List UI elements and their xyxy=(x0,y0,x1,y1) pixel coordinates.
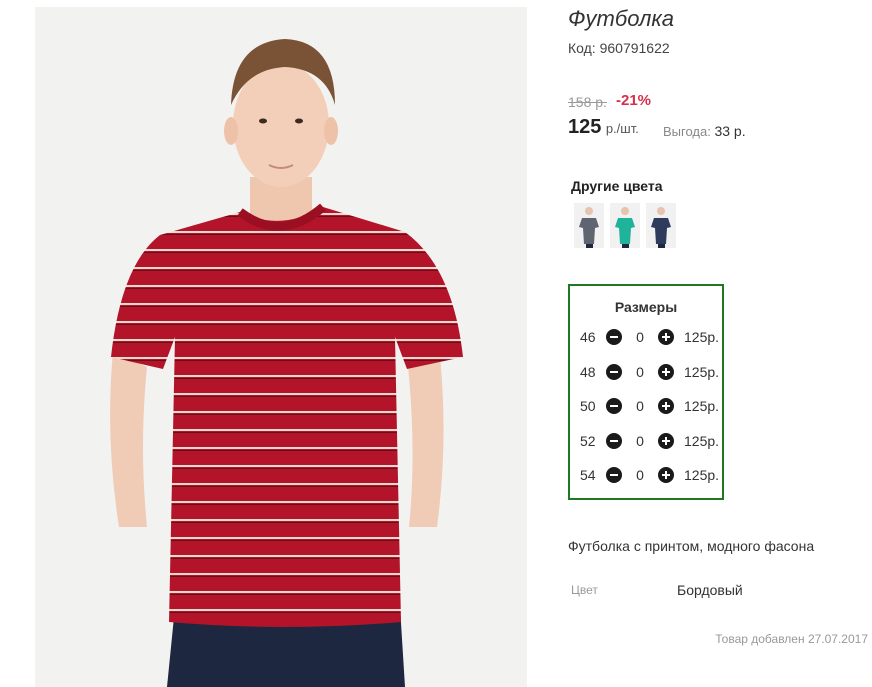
size-price: 125р. xyxy=(684,398,720,414)
quantity-value: 0 xyxy=(636,433,644,449)
plus-icon[interactable] xyxy=(658,467,674,483)
color-thumb-turquoise[interactable] xyxy=(610,203,640,248)
plus-icon[interactable] xyxy=(658,398,674,414)
color-value: Бордовый xyxy=(677,582,743,598)
old-price: 158 р. xyxy=(568,94,607,110)
color-thumb-grey[interactable] xyxy=(574,203,604,248)
current-price: 125 р./шт. xyxy=(568,116,639,139)
size-label: 46 xyxy=(580,329,596,345)
quantity-value: 0 xyxy=(636,329,644,345)
plus-icon[interactable] xyxy=(658,433,674,449)
sizes-panel: Размеры 46 0 125р. 48 0 125р. 50 0 125р.… xyxy=(568,284,724,500)
discount-badge: -21% xyxy=(616,92,652,109)
price-unit: р./шт. xyxy=(605,121,639,136)
code-label: Код: xyxy=(568,40,596,56)
color-label: Цвет xyxy=(571,583,598,597)
savings: Выгода: 33 р. xyxy=(663,123,746,139)
size-row-48: 48 0 125р. xyxy=(580,362,719,382)
quantity-value: 0 xyxy=(636,398,644,414)
size-label: 54 xyxy=(580,467,596,483)
price-value: 125 xyxy=(568,116,602,138)
plus-icon[interactable] xyxy=(658,329,674,345)
code-value: 960791622 xyxy=(599,40,670,56)
minus-icon[interactable] xyxy=(606,398,622,414)
color-thumb-navy[interactable] xyxy=(646,203,676,248)
size-price: 125р. xyxy=(684,329,720,345)
sizes-title: Размеры xyxy=(614,299,678,315)
size-row-46: 46 0 125р. xyxy=(580,327,719,347)
other-colors-title: Другие цвета xyxy=(571,178,663,194)
size-price: 125р. xyxy=(684,433,720,449)
size-label: 48 xyxy=(580,364,596,380)
product-code: Код: 960791622 xyxy=(568,40,670,56)
tshirt-thumbnail-icon xyxy=(610,203,640,248)
other-colors-list xyxy=(574,203,676,248)
minus-icon[interactable] xyxy=(606,467,622,483)
added-date: Товар добавлен 27.07.2017 xyxy=(715,632,868,646)
minus-icon[interactable] xyxy=(606,433,622,449)
size-row-52: 52 0 125р. xyxy=(580,431,719,451)
size-price: 125р. xyxy=(684,467,720,483)
quantity-value: 0 xyxy=(636,364,644,380)
size-label: 50 xyxy=(580,398,596,414)
product-photo xyxy=(35,7,527,687)
plus-icon[interactable] xyxy=(658,364,674,380)
savings-label: Выгода: xyxy=(663,124,711,139)
product-description: Футболка с принтом, модного фасона xyxy=(568,538,815,554)
minus-icon[interactable] xyxy=(606,329,622,345)
person-in-striped-tshirt-photo xyxy=(35,7,527,687)
size-row-50: 50 0 125р. xyxy=(580,396,719,416)
tshirt-thumbnail-icon xyxy=(646,203,676,248)
tshirt-thumbnail-icon xyxy=(574,203,604,248)
size-price: 125р. xyxy=(684,364,720,380)
size-row-54: 54 0 125р. xyxy=(580,465,719,485)
minus-icon[interactable] xyxy=(606,364,622,380)
product-title: Футболка xyxy=(568,6,674,31)
size-label: 52 xyxy=(580,433,596,449)
quantity-value: 0 xyxy=(636,467,644,483)
savings-value: 33 р. xyxy=(714,123,746,139)
